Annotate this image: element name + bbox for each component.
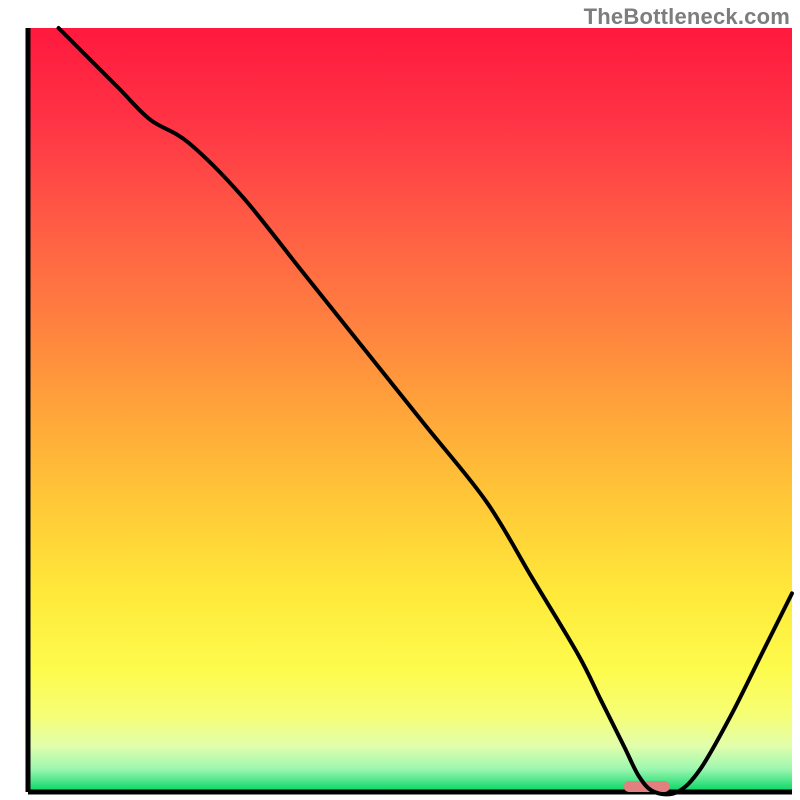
chart-container: TheBottleneck.com — [0, 0, 800, 800]
bottleneck-chart — [0, 0, 800, 800]
gradient-background — [28, 28, 792, 792]
watermark-text: TheBottleneck.com — [584, 4, 790, 30]
